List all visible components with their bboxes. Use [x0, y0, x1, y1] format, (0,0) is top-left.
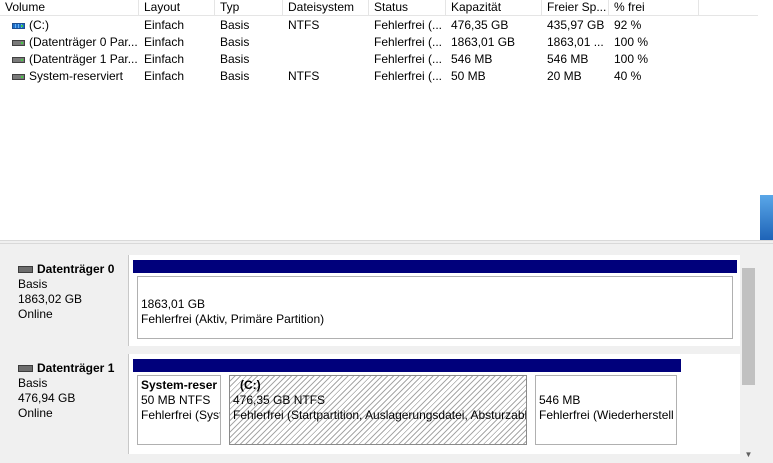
- partition-size: 546 MB: [539, 393, 581, 407]
- volume-type: Basis: [220, 69, 250, 83]
- volume-free-space: 1863,01 ...: [547, 35, 604, 49]
- column-header-typ[interactable]: Typ: [215, 0, 283, 15]
- volume-status: Fehlerfrei (...: [374, 52, 443, 66]
- disk-state: Online: [18, 406, 53, 420]
- volume-capacity: 1863,01 GB: [451, 35, 516, 49]
- column-header-volume[interactable]: Volume: [0, 0, 139, 15]
- volume-free-space: 20 MB: [547, 69, 582, 83]
- partition-color-bar: [531, 359, 681, 372]
- volume-name: (C:): [29, 18, 49, 32]
- partition-size: 50 MB NTFS: [141, 393, 211, 407]
- column-header-layout[interactable]: Layout: [139, 0, 215, 15]
- volume-layout: Einfach: [144, 69, 185, 83]
- volume-name: (Datenträger 0 Par...: [29, 35, 138, 49]
- disk-state: Online: [18, 307, 53, 321]
- partition-system-reserved[interactable]: System-reser 50 MB NTFS Fehlerfrei (Syst: [133, 359, 225, 449]
- disk-0-info[interactable]: Datenträger 0 Basis 1863,02 GB Online: [8, 255, 129, 346]
- column-header-dateisystem[interactable]: Dateisystem: [283, 0, 369, 15]
- volume-filesystem: NTFS: [288, 69, 320, 83]
- disk-volume-icon: [12, 73, 25, 80]
- disk-volume-icon: [12, 56, 25, 63]
- column-header-kapazitaet[interactable]: Kapazität: [446, 0, 542, 15]
- partition-size: 1863,01 GB: [141, 297, 206, 311]
- volume-layout: Einfach: [144, 18, 185, 32]
- volume-layout: Einfach: [144, 52, 185, 66]
- volume-type: Basis: [220, 52, 250, 66]
- column-header-status[interactable]: Status: [369, 0, 446, 15]
- volume-filesystem: [283, 34, 369, 51]
- disk-type: Basis: [18, 376, 48, 390]
- volume-filesystem: NTFS: [288, 18, 320, 32]
- partition-status: Fehlerfrei (Startpartition, Auslagerungs…: [233, 408, 527, 422]
- volume-row-disk1-partition[interactable]: (Datenträger 1 Par... Einfach Basis Fehl…: [0, 51, 720, 68]
- volume-row-system-reserved[interactable]: System-reserviert Einfach Basis NTFS Feh…: [0, 68, 720, 85]
- partition-c-drive[interactable]: (C:) 476,35 GB NTFS Fehlerfrei (Startpar…: [225, 359, 531, 449]
- volume-percent-free: 92 %: [614, 18, 642, 32]
- volume-percent-free: 40 %: [614, 69, 642, 83]
- hard-disk-icon: [18, 365, 33, 372]
- disk-name: Datenträger 1: [37, 361, 115, 375]
- volume-status: Fehlerfrei (...: [374, 69, 443, 83]
- scrollbar-thumb[interactable]: [742, 268, 755, 385]
- disk-size: 476,94 GB: [18, 391, 76, 405]
- volume-name: (Datenträger 1 Par...: [29, 52, 138, 66]
- volume-percent-free: 100 %: [614, 35, 649, 49]
- partition-color-bar: [133, 260, 737, 273]
- volume-row-c[interactable]: (C:) Einfach Basis NTFS Fehlerfrei (... …: [0, 17, 720, 34]
- partition-color-bar: [133, 359, 225, 372]
- partition-status: Fehlerfrei (Wiederherstell: [539, 408, 674, 422]
- volume-status: Fehlerfrei (...: [374, 18, 443, 32]
- volume-capacity: 476,35 GB: [451, 18, 509, 32]
- column-header-prozent-frei[interactable]: % frei: [609, 0, 699, 15]
- disk-volume-icon: [12, 22, 25, 29]
- disk-1-info[interactable]: Datenträger 1 Basis 476,94 GB Online: [8, 354, 129, 454]
- disk-1-row[interactable]: Datenträger 1 Basis 476,94 GB Online Sys…: [8, 354, 740, 454]
- partition-selected-hatch: (C:) 476,35 GB NTFS Fehlerfrei (Startpar…: [229, 375, 527, 445]
- volume-free-space: 546 MB: [547, 52, 589, 66]
- partition-title: (C:): [240, 378, 261, 392]
- volume-list[interactable]: Volume Layout Typ Dateisystem Status Kap…: [0, 0, 773, 240]
- disk-graphical-view: Datenträger 0 Basis 1863,02 GB Online 18…: [0, 244, 773, 463]
- partition-status: Fehlerfrei (Syst: [141, 408, 221, 422]
- partition-title: System-reser: [141, 378, 218, 392]
- disk-volume-icon: [12, 39, 25, 46]
- disk-type: Basis: [18, 277, 48, 291]
- partition-size: 476,35 GB NTFS: [233, 393, 326, 407]
- column-header-row: Volume Layout Typ Dateisystem Status Kap…: [0, 0, 760, 16]
- volume-filesystem: [283, 51, 369, 68]
- desktop-background-edge: [760, 195, 773, 243]
- volume-type: Basis: [220, 18, 250, 32]
- volume-type: Basis: [220, 35, 250, 49]
- partition-recovery[interactable]: 546 MB Fehlerfrei (Wiederherstell: [531, 359, 681, 449]
- volume-percent-free: 100 %: [614, 52, 649, 66]
- volume-capacity: 50 MB: [451, 69, 486, 83]
- scroll-down-arrow-icon[interactable]: ▼: [742, 449, 755, 461]
- volume-capacity: 546 MB: [451, 52, 493, 66]
- disk-name: Datenträger 0: [37, 262, 115, 276]
- partition-color-bar: [225, 359, 531, 372]
- partition-disk0-primary[interactable]: 1863,01 GB Fehlerfrei (Aktiv, Primäre Pa…: [133, 260, 737, 343]
- volume-name: System-reserviert: [29, 69, 124, 83]
- partition-status: Fehlerfrei (Aktiv, Primäre Partition): [141, 312, 325, 326]
- volume-free-space: 435,97 GB: [547, 18, 605, 32]
- disk-size: 1863,02 GB: [18, 292, 83, 306]
- volume-row-disk0-partition[interactable]: (Datenträger 0 Par... Einfach Basis Fehl…: [0, 34, 720, 51]
- volume-status: Fehlerfrei (...: [374, 35, 443, 49]
- volume-layout: Einfach: [144, 35, 185, 49]
- column-header-freier-speicher[interactable]: Freier Sp...: [542, 0, 609, 15]
- disk-0-row[interactable]: Datenträger 0 Basis 1863,02 GB Online 18…: [8, 255, 740, 346]
- hard-disk-icon: [18, 266, 33, 273]
